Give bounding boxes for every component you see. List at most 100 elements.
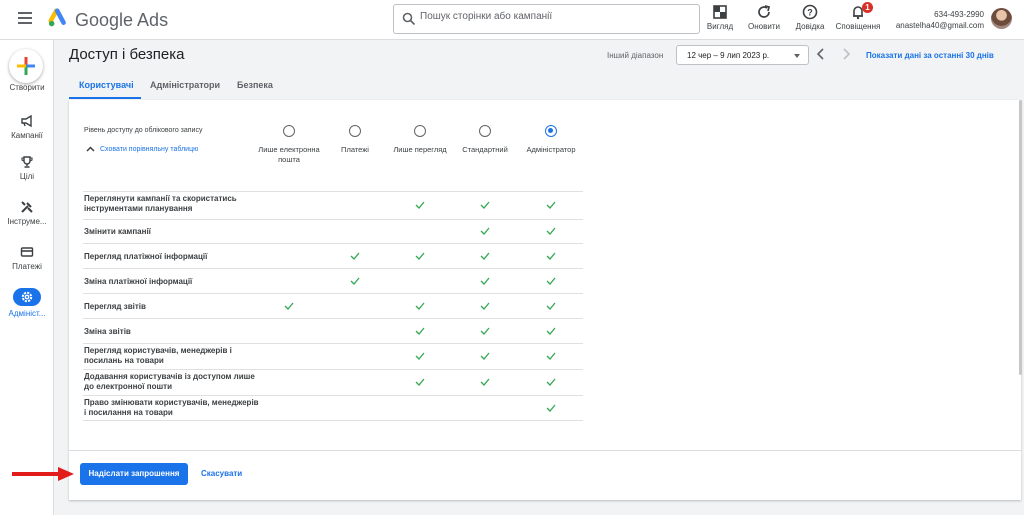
permission-label: Перегляд платіжної інформації [84, 252, 208, 261]
check-icon [350, 252, 360, 260]
permission-label: Зміна платіжної інформації [84, 277, 193, 286]
sidebar-item-label: Адмініст... [8, 309, 46, 318]
check-icon [546, 404, 556, 412]
permission-label: Змінити кампанії [84, 227, 151, 236]
gear-icon [21, 291, 33, 303]
view-button[interactable]: Вигляд [696, 4, 744, 31]
help-button[interactable]: ? Довідка [786, 4, 834, 31]
table-row: Зміна платіжної інформації [83, 268, 583, 293]
avatar[interactable] [991, 8, 1012, 29]
sidebar-item-label: Платежі [12, 262, 42, 271]
check-icon [480, 252, 490, 260]
check-icon [546, 201, 556, 209]
check-icon [480, 327, 490, 335]
chevron-up-icon [86, 146, 95, 152]
check-icon [480, 227, 490, 235]
permission-label: Додавання користувачів із доступом лише … [84, 372, 255, 391]
trophy-icon [21, 156, 33, 168]
check-icon [546, 277, 556, 285]
table-row: Додавання користувачів із доступом лише … [83, 369, 583, 395]
active-tab-indicator [69, 97, 141, 99]
permission-label: Зміна звітів [84, 327, 131, 336]
help-icon: ? [802, 4, 818, 20]
caret-down-icon [794, 54, 800, 58]
check-icon [480, 302, 490, 310]
create-label: Створити [9, 83, 45, 92]
check-icon [350, 277, 360, 285]
check-icon [546, 327, 556, 335]
sidebar-item-admin[interactable]: Адмініст... [0, 288, 54, 318]
card-icon [20, 247, 34, 257]
check-icon [415, 302, 425, 310]
footer-divider [69, 450, 1021, 451]
sidebar-item-label: Цілі [19, 172, 35, 181]
check-icon [415, 378, 425, 386]
account-info[interactable]: 634-493-2990 anastelha40@gmail.com [896, 9, 984, 31]
access-level-email-only[interactable]: Лише електронна пошта [256, 125, 322, 165]
radio-standard[interactable] [479, 125, 491, 137]
chevron-left-icon[interactable] [814, 47, 828, 61]
view-label: Вигляд [706, 22, 734, 31]
check-icon [415, 327, 425, 335]
cancel-button[interactable]: Скасувати [201, 469, 242, 478]
notifications-button[interactable]: 1 Сповіщення [834, 2, 882, 31]
radio-email-only[interactable] [283, 125, 295, 137]
access-level-label: Лише перегляд [393, 145, 447, 154]
send-invitation-button[interactable]: Надіслати запрошення [80, 463, 188, 485]
sidebar-item-goals[interactable]: Цілі [0, 155, 54, 181]
access-level-label: Лише електронна пошта [258, 145, 320, 164]
table-row: Перегляд платіжної інформації [83, 243, 583, 268]
access-level-label: Стандартний [462, 145, 508, 154]
search-box[interactable] [393, 4, 700, 34]
check-icon [480, 378, 490, 386]
left-navigation: Створити Кампанії Цілі Інструме... Плате… [0, 40, 54, 515]
active-indicator [13, 288, 41, 306]
brand-name[interactable]: Google Ads [75, 10, 168, 31]
check-icon [415, 352, 425, 360]
check-icon [546, 352, 556, 360]
table-row: Перегляд користувачів, менеджерів і поси… [83, 343, 583, 369]
notifications-label: Сповіщення [835, 22, 881, 31]
notification-badge: 1 [862, 2, 873, 13]
date-range-value: 12 чер – 9 лип 2023 р. [687, 51, 770, 60]
sidebar-item-label: Інструме... [7, 217, 47, 226]
sidebar-item-billing[interactable]: Платежі [0, 245, 54, 271]
access-level-label: Адміністратор [526, 145, 576, 154]
access-level-read-only[interactable]: Лише перегляд [387, 125, 453, 155]
hide-comparison-link[interactable]: Сховати порівняльну таблицю [86, 146, 198, 153]
permission-label: Переглянути кампанії та скористатись інс… [84, 194, 237, 213]
radio-billing[interactable] [349, 125, 361, 137]
check-icon [546, 227, 556, 235]
check-icon [546, 252, 556, 260]
check-icon [546, 302, 556, 310]
check-icon [480, 277, 490, 285]
tab-security[interactable]: Безпека [237, 80, 273, 90]
hamburger-menu-icon[interactable] [18, 12, 32, 26]
tab-administrators[interactable]: Адміністратори [150, 80, 220, 90]
access-level-label: Рівень доступу до облікового запису [84, 127, 203, 134]
help-label: Довідка [795, 22, 825, 31]
radio-read-only[interactable] [414, 125, 426, 137]
sidebar-item-label: Кампанії [11, 131, 43, 140]
radio-admin[interactable] [545, 125, 557, 137]
chevron-right-icon[interactable] [839, 47, 853, 61]
check-icon [415, 201, 425, 209]
sidebar-item-tools[interactable]: Інструме... [0, 200, 54, 226]
account-id: 634-493-2990 [934, 10, 984, 19]
scrollbar[interactable] [1019, 100, 1022, 375]
show-last-30-days-link[interactable]: Показати дані за останні 30 днів [866, 51, 994, 60]
create-button[interactable] [9, 49, 43, 83]
search-input[interactable] [420, 11, 690, 22]
date-range-select[interactable]: 12 чер – 9 лип 2023 р. [676, 45, 809, 65]
sidebar-item-campaigns[interactable]: Кампанії [0, 114, 54, 140]
table-bottom-border [83, 420, 583, 421]
refresh-button[interactable]: Оновити [740, 4, 788, 31]
table-row: Змінити кампанії [83, 219, 583, 243]
access-level-billing[interactable]: Платежі [322, 125, 388, 155]
access-level-standard[interactable]: Стандартний [452, 125, 518, 155]
view-icon [713, 5, 727, 19]
tab-users[interactable]: Користувачі [79, 80, 134, 90]
search-icon [402, 12, 416, 26]
access-level-admin[interactable]: Адміністратор [518, 125, 584, 155]
page-title: Доступ і безпека [69, 46, 185, 63]
